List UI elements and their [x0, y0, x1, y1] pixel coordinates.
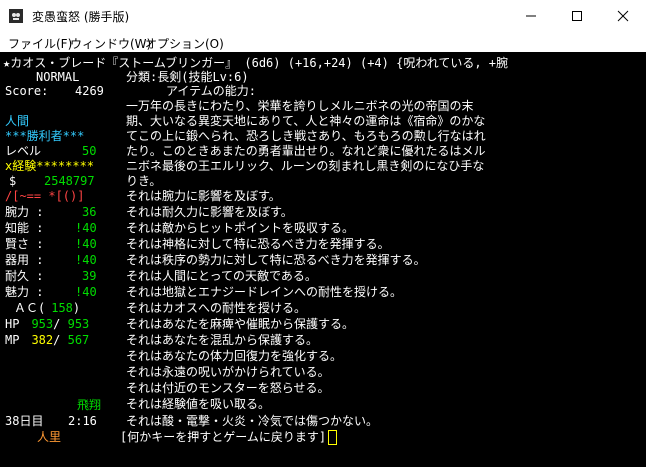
levitation-status: 飛翔 [77, 398, 102, 412]
menu-options[interactable]: オプション(O) [145, 35, 224, 52]
day-counter: 38日目 [5, 414, 44, 428]
terminal-screen[interactable]: ★カオス・ブレード『ストームブリンガー』 (6d6) (+16,+24) (+4… [0, 52, 646, 467]
minimize-icon [526, 15, 536, 17]
property-line: それは耐久力に影響を及ぼす。 [126, 205, 293, 219]
gold-value: 2548797 [44, 174, 95, 188]
property-line: それはあなたの体力回復力を強化する。 [126, 349, 343, 363]
property-line: それは神格に対して特に恐るべき力を発揮する。 [126, 237, 390, 251]
app-icon [9, 9, 23, 23]
winner-status: ***勝利者*** [5, 129, 85, 143]
stat-label-con: 耐久 : [5, 269, 44, 283]
description-line: ニボネ最後の王エルリック、ルーンの刻まれし黒き剣のになひ手な [126, 159, 485, 173]
score-label: Score: [5, 84, 49, 98]
location: 人里 [37, 430, 62, 444]
property-line: それは付近のモンスターを怒らせる。 [126, 381, 330, 395]
level-label: レベル [5, 144, 42, 158]
stat-label-str: 腕力 : [5, 205, 44, 219]
minimize-button[interactable] [508, 0, 554, 32]
stat-label-dex: 器用 : [5, 253, 44, 267]
property-line: それは人間にとっての天敵である。 [126, 269, 317, 283]
maximize-button[interactable] [554, 0, 600, 32]
property-line: それは地獄とエナジードレインへの耐性を授ける。 [126, 285, 403, 299]
property-line: それは敵からヒットポイントを吸収する。 [126, 221, 355, 235]
maximize-icon [572, 11, 582, 21]
property-line: それは秩序の勢力に対して特に恐るべき力を発揮する。 [126, 253, 426, 267]
game-window: 変愚蛮怒 (勝手版) ファイル(F) ウィンドウ(W) オプション(O) ★カオ… [0, 0, 646, 467]
property-line: それは酸・電撃・火炎・冷気では傷つかない。 [126, 414, 379, 428]
stat-value-wis: !40 [75, 237, 97, 251]
description-line: りき。 [126, 174, 162, 188]
continue-prompt[interactable]: [何かキーを押すとゲームに戻ります] [120, 429, 338, 445]
close-button[interactable] [600, 0, 646, 32]
property-line: それは永遠の呪いがかけられている。 [126, 365, 330, 379]
stat-value-dex: !40 [75, 253, 97, 267]
score-value: 4269 [75, 84, 104, 98]
item-name: カオス・ブレード『ストームブリンガー』 (6d6) (+16,+24) (+4)… [10, 56, 509, 70]
property-line: それはカオスへの耐性を授ける。 [126, 301, 307, 315]
stat-label-wis: 賢さ : [5, 237, 44, 251]
stat-label-int: 知能 : [5, 221, 44, 235]
property-line: それはあなたを混乱から保護する。 [126, 333, 319, 347]
description-line: たり。このときあまたの勇者輩出せり。なれど衆に優れたるはメル [126, 144, 486, 158]
property-line: それはあなたを麻痺や催眠から保護する。 [126, 317, 355, 331]
abilities-heading: アイテムの能力: [166, 84, 257, 98]
game-time: 2:16 [68, 414, 97, 428]
exp-label: x経験******** [5, 159, 95, 173]
stat-value-con: 39 [82, 269, 97, 283]
stat-value-int: !40 [75, 221, 97, 235]
window-title: 変愚蛮怒 (勝手版) [32, 10, 130, 24]
menu-bar: ファイル(F) ウィンドウ(W) オプション(O) [0, 32, 646, 52]
mana-points: MP 382/ 567 [5, 333, 90, 347]
text-cursor [328, 430, 338, 445]
gold-label: $ [9, 174, 17, 188]
stat-value-cha: !40 [75, 285, 97, 299]
race: 人間 [5, 114, 30, 128]
equipment-glyphs: /[~== *[()] [5, 189, 85, 203]
hit-points: HP 953/ 953 [5, 317, 90, 331]
armor-class: ＡＣ(158) [14, 301, 81, 315]
title-bar: 変愚蛮怒 (勝手版) [0, 0, 646, 32]
property-line: それは腕力に影響を及ぼす。 [126, 189, 281, 203]
property-line: それは経験値を吸い取る。 [126, 397, 271, 411]
description-line: てこの上に鍛へられ、恐ろしき戦さあり、もろもろの勲し行なはれ [126, 129, 486, 143]
menu-window[interactable]: ウィンドウ(W) [70, 35, 151, 52]
stat-label-cha: 魅力 : [5, 285, 44, 299]
description-line: 一万年の長きにわたり、栄華を誇りしメルニボネの光の帝国の末 [126, 99, 474, 113]
description-line: 期、大いなる異変天地にありて、人と神々の運命は《宿命》のかな [126, 114, 486, 128]
stat-value-str: 36 [82, 205, 97, 219]
menu-file[interactable]: ファイル(F) [8, 35, 72, 52]
close-icon [617, 10, 629, 22]
level-value: 50 [82, 144, 97, 158]
